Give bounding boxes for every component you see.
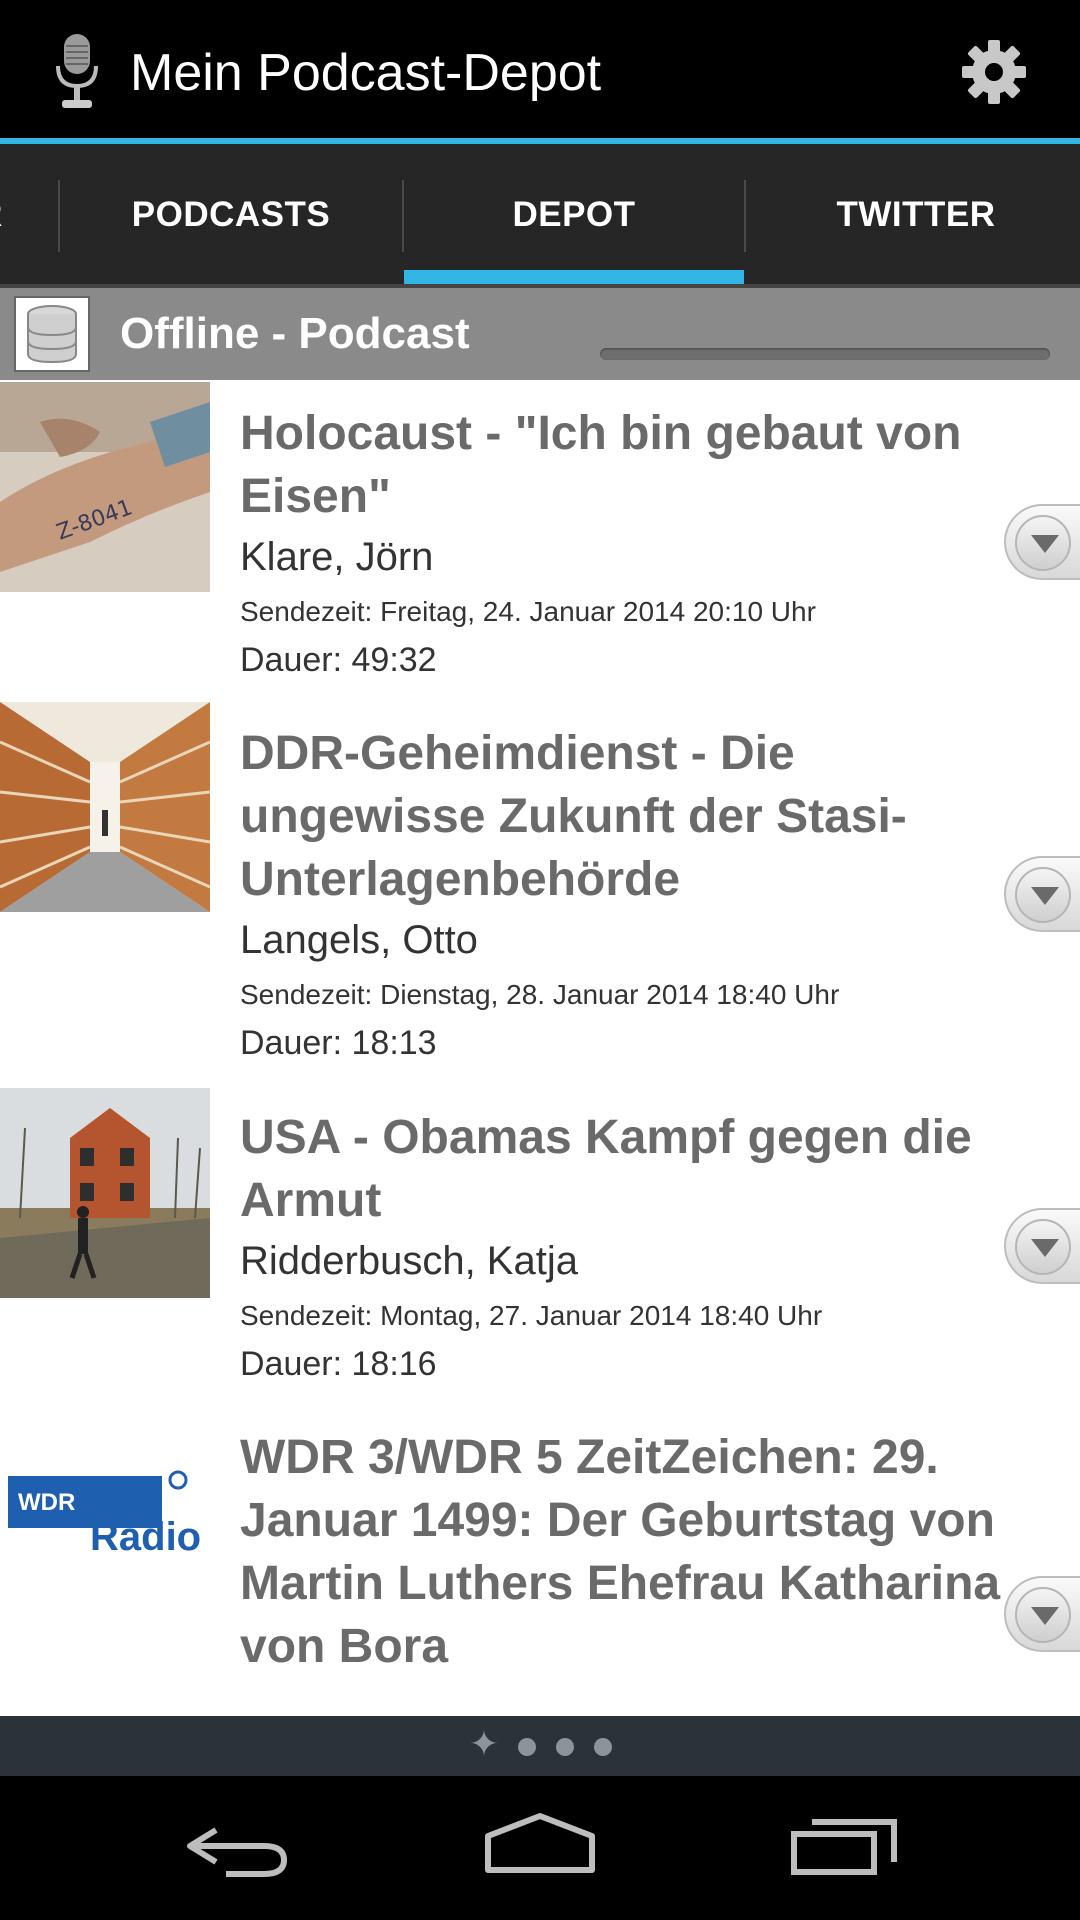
ruined-house-photo (0, 1088, 210, 1298)
episode-title: DDR-Geheimdienst - Die ungewisse Zukunft… (240, 727, 907, 906)
tab-previous[interactable]: R (0, 144, 20, 286)
chevron-down-icon (1015, 867, 1071, 923)
episode-title: Holocaust - "Ich bin gebaut von Eisen" (240, 407, 962, 523)
download-progress-bar (600, 348, 1050, 360)
system-nav-bar (0, 1776, 1080, 1920)
home-icon[interactable] (484, 1812, 596, 1876)
back-icon[interactable] (186, 1816, 292, 1880)
wdr-radio-logo: WDR Radio (0, 1408, 210, 1618)
episode-airtime: Sendezeit: Dienstag, 28. Januar 2014 18:… (240, 979, 840, 1010)
arm-tattoo-photo: Z-8041 (0, 382, 210, 592)
podcast-list: Z-8041 Holocaust - "Ich bin gebaut von E… (0, 380, 1080, 1716)
chevron-down-icon (1015, 1219, 1071, 1275)
database-icon (14, 296, 90, 372)
sparkle-icon[interactable]: ✦ (466, 1726, 502, 1762)
page-dot[interactable] (594, 1738, 612, 1756)
action-bar: Mein Podcast-Depot (0, 0, 1080, 140)
chevron-down-icon (1015, 515, 1071, 571)
radio-logo-text: Radio (90, 1515, 201, 1559)
list-item[interactable]: Z-8041 Holocaust - "Ich bin gebaut von E… (0, 380, 1080, 700)
app-title: Mein Podcast-Depot (130, 44, 602, 102)
archive-shelves-photo (0, 702, 210, 912)
download-button[interactable] (1004, 856, 1080, 932)
download-button[interactable] (1004, 1208, 1080, 1284)
microphone-icon (56, 34, 98, 108)
list-item[interactable]: DDR-Geheimdienst - Die ungewisse Zukunft… (0, 700, 1080, 1084)
download-button[interactable] (1004, 1576, 1080, 1652)
episode-duration: Dauer: 18:13 (240, 1024, 437, 1062)
tab-twitter[interactable]: TWITTER (746, 144, 1080, 286)
episode-title: USA - Obamas Kampf gegen die Armut (240, 1111, 972, 1227)
list-item[interactable]: USA - Obamas Kampf gegen die Armut Ridde… (0, 1084, 1080, 1404)
page-indicator: ✦ (0, 1716, 1080, 1776)
gear-icon[interactable] (958, 36, 1030, 108)
download-button[interactable] (1004, 504, 1080, 580)
episode-airtime: Sendezeit: Montag, 27. Januar 2014 18:40… (240, 1300, 823, 1331)
tab-podcasts[interactable]: PODCASTS (60, 144, 402, 286)
episode-duration: Dauer: 49:32 (240, 641, 437, 679)
recent-apps-icon[interactable] (790, 1812, 900, 1876)
episode-airtime: Sendezeit: Freitag, 24. Januar 2014 20:1… (240, 596, 816, 627)
episode-duration: Dauer: 18:16 (240, 1345, 437, 1383)
episode-author: Langels, Otto (240, 918, 478, 962)
episode-title: WDR 3/WDR 5 ZeitZeichen: 29. Januar 1499… (240, 1431, 1001, 1673)
wdr-logo-text: WDR (18, 1489, 75, 1516)
episode-author: Klare, Jörn (240, 535, 434, 579)
chevron-down-icon (1015, 1587, 1071, 1643)
page-dot[interactable] (518, 1738, 536, 1756)
list-item[interactable]: WDR Radio WDR 3/WDR 5 ZeitZeichen: 29. J… (0, 1404, 1080, 1716)
tab-depot[interactable]: DEPOT (404, 144, 744, 286)
episode-author: Ridderbusch, Katja (240, 1239, 578, 1283)
tab-bar: R PODCASTS DEPOT TWITTER (0, 144, 1080, 286)
section-title: Offline - Podcast (120, 309, 470, 358)
page-dot[interactable] (556, 1738, 574, 1756)
section-header: Offline - Podcast (0, 288, 1080, 380)
